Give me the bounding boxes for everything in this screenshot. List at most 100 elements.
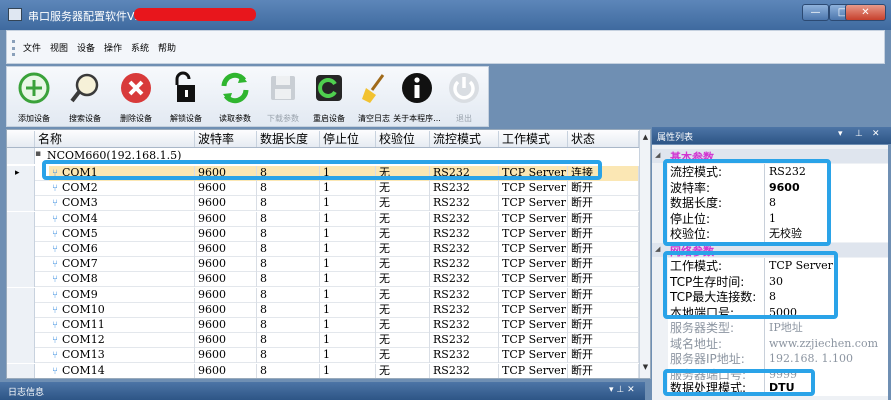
table-row[interactable]: ⑂ COM7 9600 8 1 无 RS232 TCP Server 断开 — [7, 257, 639, 273]
col-header-name[interactable]: 名称 — [35, 131, 195, 147]
col-header-baud[interactable]: 波特率 — [195, 131, 257, 147]
table-row[interactable]: ⑂ COM2 9600 8 1 无 RS232 TCP Server 断开 — [7, 181, 639, 197]
property-value[interactable]: 192.168. 1.100 — [769, 351, 887, 367]
table-row[interactable]: ⑂ COM3 9600 8 1 无 RS232 TCP Server 断开 — [7, 196, 639, 212]
property-row[interactable]: 工作模式: TCP Server — [652, 258, 888, 274]
property-value[interactable]: 无校验 — [769, 226, 887, 242]
property-row[interactable]: 停止位: 1 — [652, 210, 888, 227]
property-key: 流控模式: — [670, 164, 765, 180]
col-header-parity[interactable]: 校验位 — [376, 131, 430, 147]
property-value[interactable]: 8 — [769, 289, 887, 305]
property-row[interactable]: TCP最大连接数: 8 — [652, 289, 888, 305]
property-row[interactable]: 波特率: 9600 — [652, 179, 888, 196]
property-row[interactable]: 本地端口号: 5000 — [652, 304, 888, 321]
property-row[interactable]: 流控模式: RS232 — [652, 164, 888, 180]
table-row[interactable]: ▸ ⑂ COM1 9600 8 1 无 RS232 TCP Server 连接 — [7, 166, 639, 181]
property-value[interactable]: TCP Server — [769, 258, 887, 274]
table-row[interactable]: ⑂ COM10 9600 8 1 无 RS232 TCP Server 断开 — [7, 302, 639, 318]
read-params-button[interactable]: 读取参数 — [210, 71, 260, 127]
cell-text: TCP Server — [502, 287, 566, 301]
property-row[interactable]: 数据处理模式: DTU — [652, 380, 888, 396]
table-cell: 1 — [320, 302, 376, 318]
menu-view[interactable]: 视图 — [50, 41, 68, 54]
toolbar-label: 下载参数 — [267, 114, 299, 123]
property-value[interactable]: www.zzjiechen.com — [769, 336, 887, 352]
collapse-icon[interactable]: ◢ — [655, 245, 660, 253]
menu-system[interactable]: 系统 — [131, 41, 149, 54]
col-header-flow[interactable]: 流控模式 — [430, 131, 499, 147]
table-row[interactable]: ⑂ COM9 9600 8 1 无 RS232 TCP Server 断开 — [7, 287, 639, 303]
scroll-down-icon[interactable]: ▼ — [641, 363, 650, 372]
pin-icon[interactable]: ▾ ⊥ ✕ — [609, 385, 635, 395]
restart-device-button[interactable]: 重启设备 — [304, 71, 354, 127]
property-value[interactable]: DTU — [769, 380, 887, 396]
menu-help[interactable]: 帮助 — [158, 41, 176, 54]
property-value[interactable]: RS232 — [769, 164, 887, 180]
delete-device-button[interactable]: 删除设备 — [111, 71, 161, 127]
menu-file[interactable]: 文件 — [23, 41, 41, 54]
table-row[interactable]: ⑂ COM4 9600 8 1 无 RS232 TCP Server 断开 — [7, 211, 639, 227]
table-cell: 9600 — [195, 166, 257, 181]
collapse-icon[interactable]: ▪ — [35, 149, 41, 159]
exit-button[interactable]: 退出 — [439, 71, 489, 127]
serial-port-icon: ⑂ — [52, 198, 58, 210]
collapse-icon[interactable]: ◢ — [655, 151, 660, 159]
dropdown-icon[interactable]: ▾ — [838, 129, 843, 139]
cell-text: 无 — [379, 257, 390, 271]
table-row[interactable]: ⑂ COM6 9600 8 1 无 RS232 TCP Server 断开 — [7, 242, 639, 257]
download-params-button[interactable]: 下载参数 — [258, 71, 308, 127]
col-header-status[interactable]: 状态 — [568, 131, 639, 147]
menu-operation[interactable]: 操作 — [104, 41, 122, 54]
cell-text: RS232 — [433, 333, 470, 347]
table-row[interactable]: ⑂ COM5 9600 8 1 无 RS232 TCP Server 断开 — [7, 226, 639, 242]
property-value[interactable]: 8 — [769, 195, 887, 211]
cell-text: 断开 — [571, 333, 593, 347]
row-indicator — [7, 272, 35, 288]
table-cell: TCP Server — [499, 257, 568, 273]
add-device-button[interactable]: 添加设备 — [9, 71, 59, 127]
cell-text: RS232 — [433, 318, 470, 331]
category-basic[interactable]: ◢ 基本参数 — [652, 149, 888, 164]
unlock-device-button[interactable]: 解锁设备 — [161, 71, 211, 127]
serial-port-icon: ⑂ — [52, 274, 58, 286]
property-value[interactable]: 1 — [769, 211, 887, 227]
property-value[interactable]: 9600 — [769, 180, 887, 196]
minimize-button[interactable]: — — [802, 4, 829, 21]
menu-device[interactable]: 设备 — [77, 41, 95, 54]
col-header-workmode[interactable]: 工作模式 — [499, 131, 568, 147]
device-group-row[interactable]: ▪ NCOM660(192.168.1.5) — [7, 148, 639, 164]
table-row[interactable]: ⑂ COM11 9600 8 1 无 RS232 TCP Server 断开 — [7, 318, 639, 333]
property-row[interactable]: TCP生存时间: 30 — [652, 273, 888, 290]
scroll-up-icon[interactable]: ▲ — [641, 133, 650, 142]
table-cell: ⑂ COM2 — [49, 181, 195, 197]
close-button[interactable]: ✕ — [845, 4, 886, 21]
table-cell: ⑂ COM8 — [49, 272, 195, 288]
about-button[interactable]: 关于本程序... — [392, 71, 442, 127]
property-row[interactable]: 服务器IP地址: 192.168. 1.100 — [652, 351, 888, 367]
table-cell: 1 — [320, 196, 376, 212]
grid-scrollbar[interactable]: ▲ ▼ — [639, 130, 650, 378]
table-cell: 8 — [257, 196, 320, 212]
table-row[interactable]: ⑂ COM8 9600 8 1 无 RS232 TCP Server 断开 — [7, 272, 639, 288]
col-header-databits[interactable]: 数据长度 — [257, 131, 320, 147]
table-row[interactable]: ⑂ COM12 9600 8 1 无 RS232 TCP Server 断开 — [7, 333, 639, 349]
property-row[interactable]: 域名地址: www.zzjiechen.com — [652, 335, 888, 352]
property-value[interactable]: 30 — [769, 274, 887, 290]
property-row[interactable]: 服务器类型: IP地址 — [652, 320, 888, 336]
category-network[interactable]: ◢ 网络参数 — [652, 243, 888, 258]
close-icon[interactable]: ✕ — [872, 129, 880, 139]
property-value[interactable]: IP地址 — [769, 320, 887, 336]
row-indicator — [7, 242, 35, 257]
property-row[interactable]: 校验位: 无校验 — [652, 226, 888, 242]
cell-text: TCP Server — [502, 348, 566, 362]
cell-text: 断开 — [571, 242, 593, 255]
property-row[interactable]: 数据长度: 8 — [652, 195, 888, 211]
property-value[interactable]: 5000 — [769, 305, 887, 321]
pin-icon[interactable]: ⊥ — [855, 129, 863, 139]
col-header-stopbits[interactable]: 停止位 — [320, 131, 376, 147]
table-row[interactable]: ⑂ COM13 9600 8 1 无 RS232 TCP Server 断开 — [7, 348, 639, 364]
search-device-button[interactable]: 搜索设备 — [60, 71, 110, 127]
table-row[interactable]: ⑂ COM14 9600 8 1 无 RS232 TCP Server 断开 — [7, 363, 639, 378]
toolbar-label: 解锁设备 — [170, 114, 202, 123]
table-cell: 无 — [376, 348, 430, 364]
